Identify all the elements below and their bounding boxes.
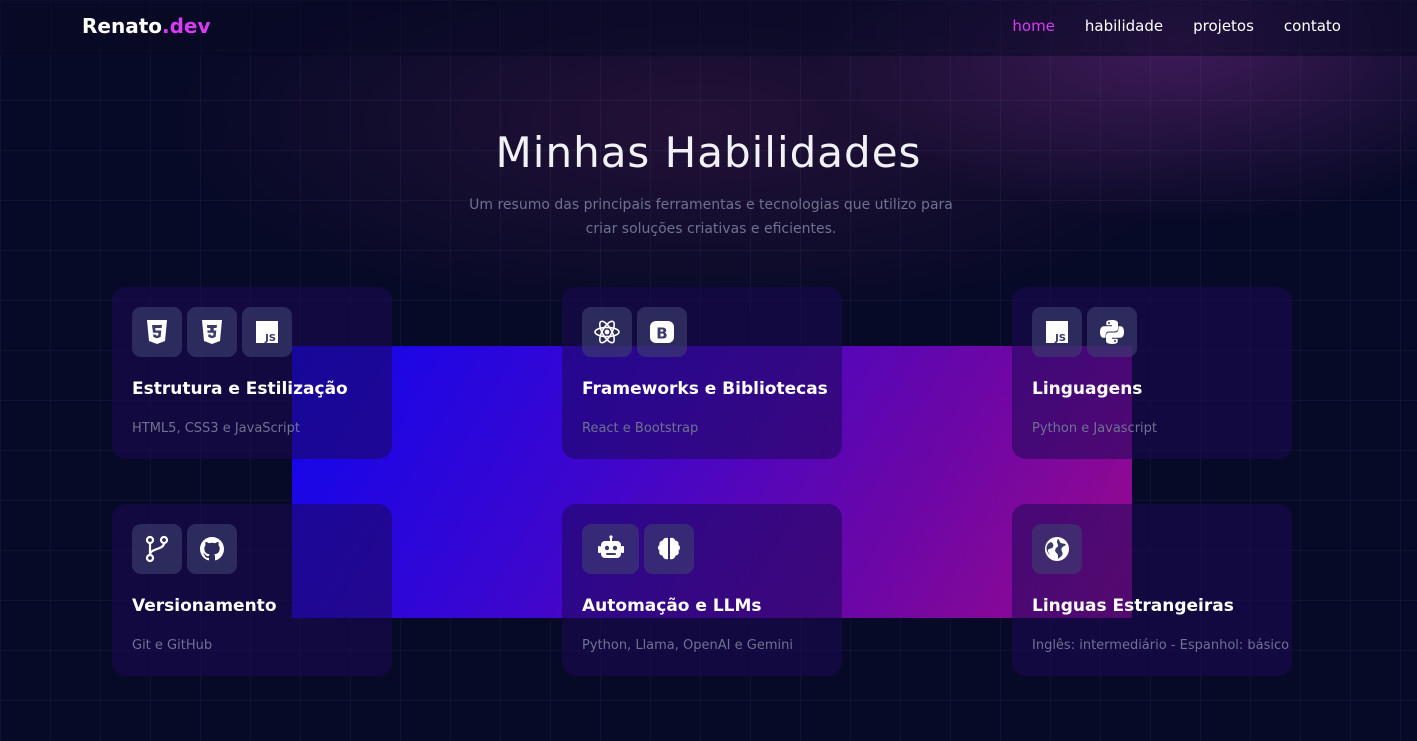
card-description: Python, Llama, OpenAI e Gemini: [582, 638, 793, 653]
nav-link-projetos[interactable]: projetos: [1193, 17, 1254, 35]
javascript-icon: JS: [1032, 307, 1082, 357]
html5-icon: [132, 307, 182, 357]
skill-card-versionamento: Versionamento Git e GitHub: [112, 504, 392, 676]
card-title: Versionamento: [132, 596, 277, 616]
svg-text:JS: JS: [1054, 333, 1066, 344]
git-branch-icon: [132, 524, 182, 574]
card-icons: [582, 524, 694, 574]
brand-name: Renato: [82, 14, 162, 38]
css3-icon: [187, 307, 237, 357]
navbar: Renato.dev home habilidade projetos cont…: [0, 0, 1417, 56]
card-icons: B: [582, 307, 687, 357]
nav-link-contato[interactable]: contato: [1284, 17, 1341, 35]
section-title: Minhas Habilidades: [495, 128, 922, 177]
card-description: Git e GitHub: [132, 638, 213, 653]
skill-card-frameworks: B Frameworks e Bibliotecas React e Boots…: [562, 287, 842, 459]
card-description: HTML5, CSS3 e JavaScript: [132, 421, 300, 436]
skill-card-linguas: Linguas Estrangeiras Inglês: intermediár…: [1012, 504, 1292, 676]
nav-link-habilidade[interactable]: habilidade: [1085, 17, 1163, 35]
svg-text:JS: JS: [264, 333, 276, 344]
card-title: Frameworks e Bibliotecas: [582, 379, 828, 399]
globe-icon: [1032, 524, 1082, 574]
skill-card-linguagens: JS Linguagens Python e Javascript: [1012, 287, 1292, 459]
card-icons: [1032, 524, 1082, 574]
brand-suffix: .dev: [162, 14, 211, 38]
react-icon: [582, 307, 632, 357]
main-nav: home habilidade projetos contato: [1012, 17, 1341, 35]
card-icons: [132, 524, 237, 574]
nav-link-home[interactable]: home: [1012, 17, 1055, 35]
card-icons: JS: [1032, 307, 1137, 357]
card-title: Linguagens: [1032, 379, 1143, 399]
card-title: Linguas Estrangeiras: [1032, 596, 1234, 616]
github-icon: [187, 524, 237, 574]
javascript-icon: JS: [242, 307, 292, 357]
svg-text:B: B: [656, 325, 667, 343]
section-subtitle: Um resumo das principais ferramentas e t…: [469, 197, 953, 237]
card-description: Python e Javascript: [1032, 421, 1158, 436]
card-description: Inglês: intermediário - Espanhol: básico: [1032, 638, 1290, 653]
card-description: React e Bootstrap: [582, 421, 699, 436]
skill-card-estrutura: JS Estrutura e Estilização HTML5, CSS3 e…: [112, 287, 392, 459]
bootstrap-icon: B: [637, 307, 687, 357]
brain-icon: [644, 524, 694, 574]
robot-icon: [582, 524, 639, 574]
brand-logo[interactable]: Renato.dev: [82, 14, 211, 38]
card-title: Automação e LLMs: [582, 596, 762, 616]
skill-card-automacao: Automação e LLMs Python, Llama, OpenAI e…: [562, 504, 842, 676]
card-icons: JS: [132, 307, 292, 357]
python-icon: [1087, 307, 1137, 357]
card-title: Estrutura e Estilização: [132, 379, 348, 399]
